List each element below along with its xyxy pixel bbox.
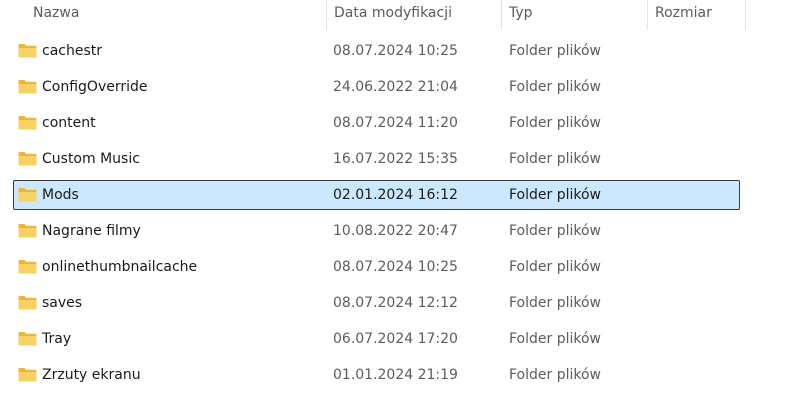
file-date-modified: 01.01.2024 21:19	[333, 367, 458, 383]
file-date-modified: 16.07.2022 15:35	[333, 151, 458, 167]
chevron-up-icon	[198, 0, 206, 1]
folder-icon	[18, 332, 37, 346]
file-type: Folder plików	[509, 79, 602, 95]
file-date-modified: 06.07.2024 17:20	[333, 331, 458, 347]
file-date-modified: 08.07.2024 11:20	[333, 115, 458, 131]
column-header-name[interactable]: Nazwa	[26, 0, 326, 30]
table-row[interactable]: cachestr 08.07.2024 10:25 Folder plików	[13, 36, 740, 66]
file-type: Folder plików	[509, 259, 602, 275]
file-name: Mods	[42, 187, 79, 203]
file-type: Folder plików	[509, 367, 602, 383]
table-row[interactable]: content 08.07.2024 11:20 Folder plików	[13, 108, 740, 138]
file-date-modified: 02.01.2024 16:12	[333, 187, 458, 203]
column-header-date-label: Data modyfikacji	[334, 5, 452, 21]
column-header-name-label: Nazwa	[33, 5, 80, 21]
folder-icon	[18, 224, 37, 238]
file-name: Nagrane filmy	[42, 223, 141, 239]
folder-icon	[18, 188, 37, 202]
folder-icon	[18, 80, 37, 94]
file-type: Folder plików	[509, 295, 602, 311]
file-type: Folder plików	[509, 151, 602, 167]
file-name: Custom Music	[42, 151, 140, 167]
folder-icon	[18, 296, 37, 310]
table-row-selected[interactable]: Mods 02.01.2024 16:12 Folder plików	[13, 180, 740, 210]
column-header-type[interactable]: Typ	[501, 0, 647, 30]
table-row[interactable]: onlinethumbnailcache 08.07.2024 10:25 Fo…	[13, 252, 740, 282]
column-header-date[interactable]: Data modyfikacji	[326, 0, 501, 30]
table-row[interactable]: saves 08.07.2024 12:12 Folder plików	[13, 288, 740, 318]
file-name: ConfigOverride	[42, 79, 148, 95]
folder-icon	[18, 368, 37, 382]
file-name: cachestr	[42, 43, 102, 59]
folder-icon	[18, 116, 37, 130]
file-name: content	[42, 115, 96, 131]
column-header-type-label: Typ	[509, 5, 533, 21]
table-row[interactable]: Zrzuty ekranu 01.01.2024 21:19 Folder pl…	[13, 360, 740, 390]
file-type: Folder plików	[509, 43, 602, 59]
file-type: Folder plików	[509, 223, 602, 239]
file-name: saves	[42, 295, 83, 311]
table-row[interactable]: ConfigOverride 24.06.2022 21:04 Folder p…	[13, 72, 740, 102]
table-row[interactable]: Nagrane filmy 10.08.2022 20:47 Folder pl…	[13, 216, 740, 246]
file-date-modified: 10.08.2022 20:47	[333, 223, 458, 239]
file-name: Zrzuty ekranu	[42, 367, 141, 383]
file-date-modified: 24.06.2022 21:04	[333, 79, 458, 95]
file-type: Folder plików	[509, 187, 602, 203]
column-header-size-label: Rozmiar	[655, 5, 712, 21]
table-row[interactable]: Tray 06.07.2024 17:20 Folder plików	[13, 324, 740, 354]
file-explorer-list: Nazwa Data modyfikacji Typ Rozmiar cache…	[0, 0, 800, 399]
folder-icon	[18, 152, 37, 166]
file-date-modified: 08.07.2024 10:25	[333, 259, 458, 275]
file-date-modified: 08.07.2024 12:12	[333, 295, 458, 311]
folder-icon	[18, 44, 37, 58]
file-type: Folder plików	[509, 115, 602, 131]
file-date-modified: 08.07.2024 10:25	[333, 43, 458, 59]
folder-icon	[18, 260, 37, 274]
column-header-bar: Nazwa Data modyfikacji Typ Rozmiar	[0, 0, 800, 30]
table-row[interactable]: Custom Music 16.07.2022 15:35 Folder pli…	[13, 144, 740, 174]
column-header-size[interactable]: Rozmiar	[647, 0, 746, 30]
file-type: Folder plików	[509, 331, 602, 347]
file-name: onlinethumbnailcache	[42, 259, 198, 275]
file-name: Tray	[42, 331, 72, 347]
